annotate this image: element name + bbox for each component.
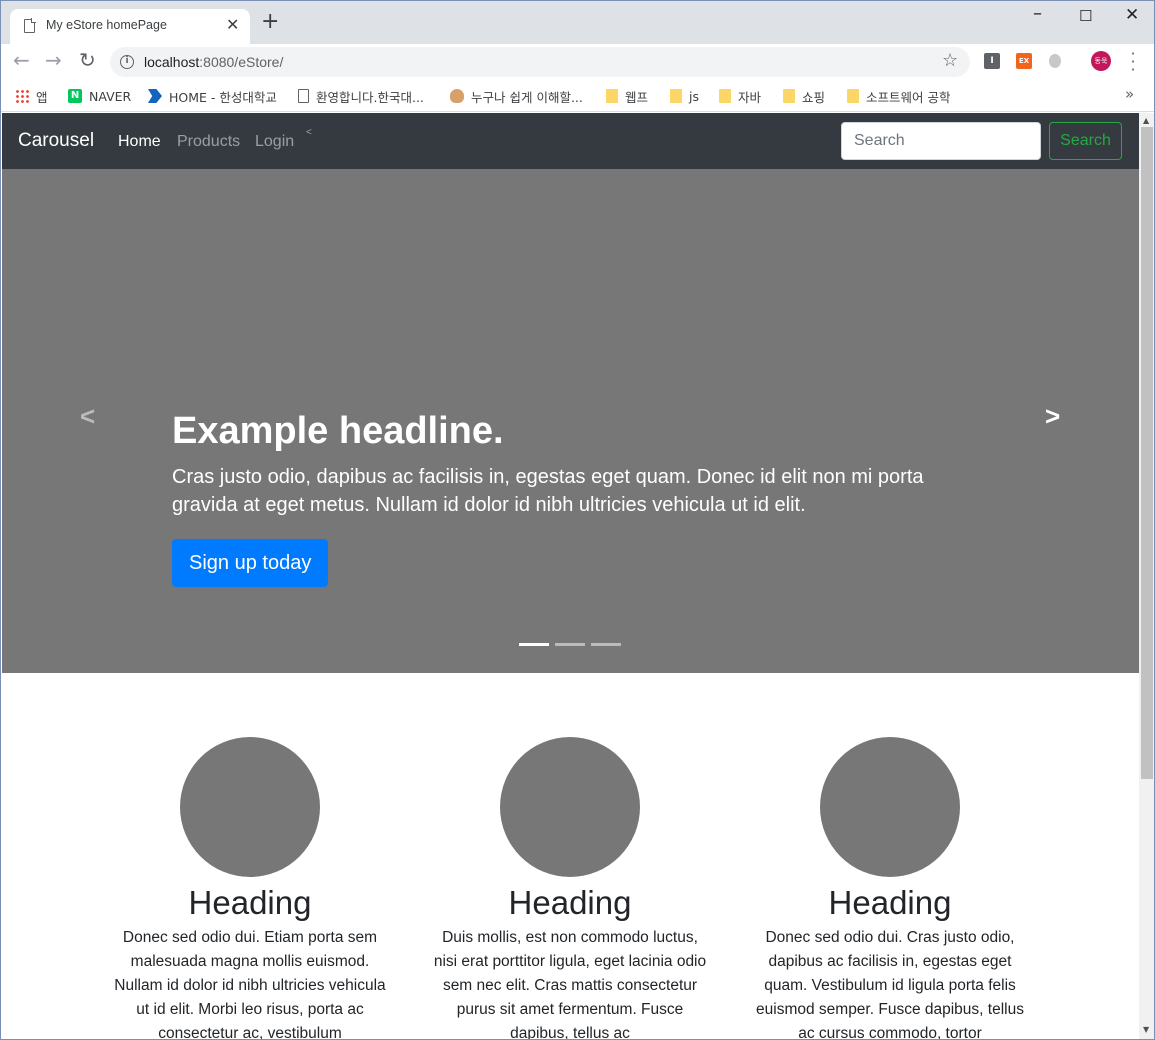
bookmark-label: 소프트웨어 공학	[866, 89, 951, 105]
extension-icon[interactable]: EX	[1016, 53, 1032, 69]
marketing-column: Heading Donec sed odio dui. Cras justo o…	[750, 737, 1030, 1040]
carousel-indicator[interactable]	[591, 643, 621, 646]
bookmark-naver[interactable]: N NAVER	[68, 86, 131, 106]
bookmark-folder-java[interactable]: 자바	[719, 86, 761, 106]
folder-icon	[719, 89, 731, 103]
column-text: Donec sed odio dui. Cras justo odio, dap…	[756, 929, 1024, 1040]
carousel-indicator[interactable]	[555, 643, 585, 646]
extension-icon[interactable]	[1049, 54, 1061, 68]
close-window-icon[interactable]: ✕	[1125, 5, 1139, 25]
reload-icon[interactable]: ↻	[79, 50, 96, 70]
bookmark-folder-se[interactable]: 소프트웨어 공학	[847, 86, 950, 106]
profile-avatar[interactable]: 동욱	[1091, 51, 1111, 71]
page-icon	[298, 89, 309, 103]
marketing-section: Heading Donec sed odio dui. Etiam porta …	[2, 673, 1139, 1040]
nav-home[interactable]: Home	[118, 133, 161, 151]
column-text: Duis mollis, est non commodo luctus, nis…	[433, 929, 707, 1040]
folder-icon	[847, 89, 859, 103]
carousel-next-icon[interactable]: >	[1045, 401, 1060, 431]
bookmark-label: HOME - 한성대학교	[169, 89, 277, 105]
nav-products[interactable]: Products	[177, 133, 240, 151]
site-navbar: Carousel Home Products Login < Search	[2, 113, 1139, 169]
bookmark-label: 누구나 쉽게 이해할...	[471, 89, 583, 105]
nav-login[interactable]: Login	[255, 133, 294, 151]
bookmark-hansung[interactable]: HOME - 한성대학교	[148, 86, 277, 106]
column-heading: Heading	[188, 884, 312, 921]
search-input[interactable]	[841, 122, 1041, 160]
bookmark-folder-js[interactable]: js	[670, 86, 699, 106]
bookmark-label: 자바	[738, 89, 762, 105]
url-path: :8080/eStore/	[199, 54, 284, 70]
hansung-icon	[148, 89, 162, 103]
search-button[interactable]: Search	[1049, 122, 1122, 160]
browser-menu-icon[interactable]: · · ·	[1128, 46, 1138, 78]
carousel-caption: Example headline. Cras justo odio, dapib…	[172, 409, 932, 587]
scrollbar-thumb[interactable]	[1141, 127, 1153, 779]
apps-grid-icon	[15, 89, 29, 103]
bookmark-label: 웹프	[625, 89, 649, 105]
marketing-column: Heading Donec sed odio dui. Etiam porta …	[110, 737, 390, 1040]
site-info-icon[interactable]: i	[120, 55, 134, 69]
bookmark-folder-webp[interactable]: 웹프	[606, 86, 648, 106]
column-heading: Heading	[508, 884, 632, 921]
close-tab-icon[interactable]: ✕	[226, 15, 239, 34]
bookmark-welcome[interactable]: 환영합니다.한국대...	[298, 86, 424, 106]
carousel-text: Cras justo odio, dapibus ac facilisis in…	[172, 466, 924, 516]
naver-icon: N	[68, 89, 82, 103]
column-heading: Heading	[828, 884, 952, 921]
page-icon	[24, 18, 36, 33]
browser-tab[interactable]: My eStore homePage ✕	[10, 9, 250, 44]
bookmarks-bar: 앱 N NAVER HOME - 한성대학교 환영합니다.한국대... 누구나 …	[1, 80, 1154, 112]
carousel-indicators	[519, 643, 621, 646]
bookmark-folder-shopping[interactable]: 쇼핑	[783, 86, 825, 106]
page-viewport: Carousel Home Products Login < Search < …	[2, 113, 1139, 1040]
carousel-prev-icon[interactable]: <	[80, 401, 95, 431]
navbar-brand[interactable]: Carousel	[18, 130, 94, 152]
scroll-down-icon[interactable]: ▼	[1143, 1025, 1149, 1034]
placeholder-image	[180, 737, 320, 877]
url-text[interactable]: localhost:8080/eStore/	[144, 54, 283, 70]
bookmark-label: NAVER	[89, 88, 132, 104]
sign-up-button[interactable]: Sign up today	[172, 539, 329, 587]
minimize-window-icon[interactable]: –	[1033, 3, 1042, 24]
back-arrow-icon[interactable]: ←	[13, 50, 30, 70]
extension-icon[interactable]: I	[984, 53, 1000, 69]
tab-strip: My eStore homePage ✕ + – ☐ ✕	[1, 1, 1154, 44]
bookmark-easy[interactable]: 누구나 쉽게 이해할...	[450, 86, 583, 106]
maximize-window-icon[interactable]: ☐	[1079, 7, 1092, 25]
address-bar[interactable]: i localhost:8080/eStore/ ☆	[110, 47, 970, 77]
bookmark-label: 쇼핑	[802, 89, 826, 105]
bookmark-star-icon[interactable]: ☆	[942, 50, 958, 71]
nav-caret-icon: <	[306, 127, 312, 138]
new-tab-button[interactable]: +	[261, 11, 279, 33]
carousel: < > Example headline. Cras justo odio, d…	[2, 169, 1139, 673]
browser-window: My eStore homePage ✕ + – ☐ ✕ ← → ↻ i loc…	[0, 0, 1155, 1040]
carousel-headline: Example headline.	[172, 410, 504, 452]
bookmark-apps[interactable]: 앱	[15, 86, 48, 106]
placeholder-image	[820, 737, 960, 877]
column-text: Donec sed odio dui. Etiam porta sem male…	[114, 929, 386, 1040]
forward-arrow-icon[interactable]: →	[45, 50, 62, 70]
scroll-up-icon[interactable]: ▲	[1143, 116, 1149, 125]
page-scrollbar[interactable]: ▲ ▼	[1139, 113, 1154, 1039]
more-bookmarks-icon[interactable]: »	[1125, 85, 1134, 103]
person-icon	[450, 89, 464, 103]
marketing-column: Heading Duis mollis, est non commodo luc…	[430, 737, 710, 1040]
tab-title: My eStore homePage	[46, 18, 167, 32]
bookmark-label: 환영합니다.한국대...	[316, 89, 424, 105]
url-host: localhost	[144, 54, 200, 70]
folder-icon	[606, 89, 618, 103]
folder-icon	[783, 89, 795, 103]
carousel-indicator[interactable]	[519, 643, 549, 646]
placeholder-image	[500, 737, 640, 877]
folder-icon	[670, 89, 682, 103]
bookmark-label: 앱	[36, 89, 48, 105]
browser-toolbar: ← → ↻ i localhost:8080/eStore/ ☆ I EX 동욱…	[1, 44, 1154, 80]
bookmark-label: js	[689, 88, 699, 104]
